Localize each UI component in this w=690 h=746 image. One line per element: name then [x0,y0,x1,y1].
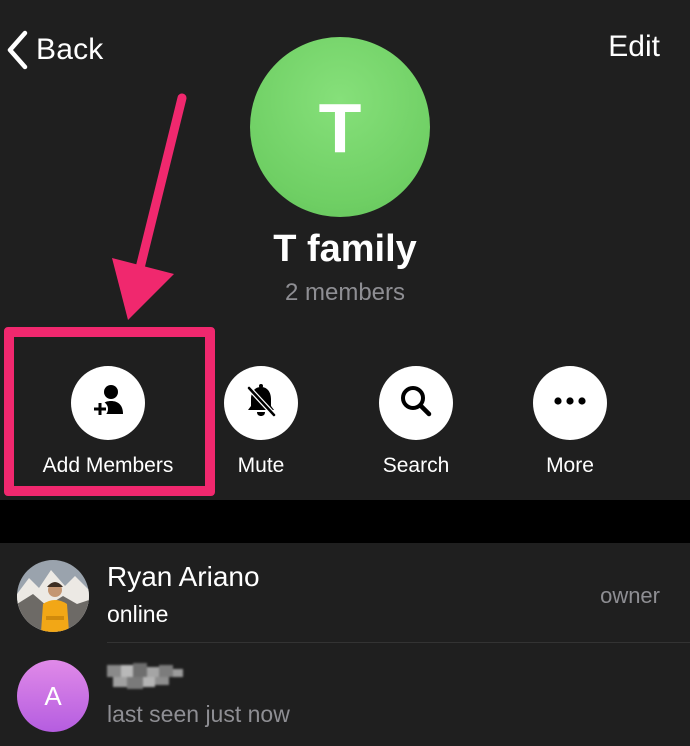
member-name: Ryan Ariano [107,561,260,592]
member-status: last seen just now [107,701,290,727]
member-row[interactable]: Ryan Ariano online owner [0,543,690,643]
member-row[interactable]: A last seen just now [0,643,690,743]
member-list: Ryan Ariano online owner A last seen jus… [0,543,690,746]
member-role-badge: owner [600,583,660,608]
member-avatar-letter: A [17,660,89,732]
avatar: A [17,660,89,732]
avatar [17,560,89,632]
group-info-screen: Back Edit T T family 2 members Add Membe… [0,0,690,746]
redacted-name [107,661,185,693]
member-status: online [107,601,169,627]
